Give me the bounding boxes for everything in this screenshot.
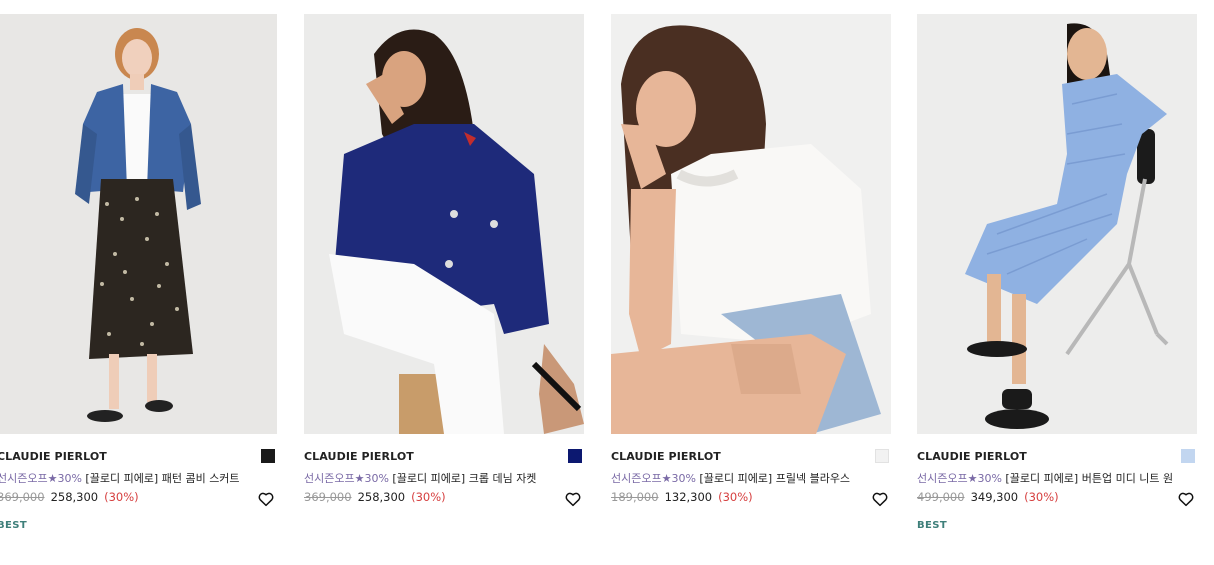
original-price: 189,000 [611,490,659,504]
discount-rate: (30%) [1024,490,1059,504]
heart-icon[interactable] [1177,490,1195,508]
product-card[interactable]: CLAUDIE PIERLOT 선시즌오프★30% [끌로디 피에로] 프릴넥 … [611,14,891,554]
discount-rate: (30%) [104,490,139,504]
product-photo-2 [304,14,584,434]
heart-icon[interactable] [871,490,889,508]
product-brand: CLAUDIE PIERLOT [304,450,414,463]
product-name: [끌로디 피에로] 패턴 콤비 스커트 [85,472,240,485]
color-swatch[interactable] [1181,449,1195,463]
product-image[interactable] [611,14,891,434]
promo-label: 선시즌오프★30% [611,472,696,485]
best-badge: BEST [0,520,28,531]
product-brand: CLAUDIE PIERLOT [917,450,1027,463]
product-card[interactable]: CLAUDIE PIERLOT 선시즌오프★30% [끌로디 피에로] 패턴 콤… [0,14,277,554]
promo-label: 선시즌오프★30% [304,472,389,485]
price-row: 499,000 349,300 (30%) [917,490,1059,504]
color-swatch[interactable] [568,449,582,463]
product-photo-1 [0,14,277,434]
product-photo-4 [917,14,1197,434]
best-badge: BEST [917,520,948,531]
product-image[interactable] [917,14,1197,434]
sale-price: 349,300 [970,490,1019,504]
color-swatch[interactable] [875,449,889,463]
product-title[interactable]: 선시즌오프★30% [끌로디 피에로] 크롭 데님 자켓 [304,470,584,486]
product-title[interactable]: 선시즌오프★30% [끌로디 피에로] 패턴 콤비 스커트 [0,470,277,486]
product-name: [끌로디 피에로] 프릴넥 블라우스 [699,472,851,485]
promo-label: 선시즌오프★30% [0,472,82,485]
sale-price: 258,300 [357,490,406,504]
product-photo-3 [611,14,891,434]
product-image[interactable] [0,14,277,434]
product-image[interactable] [304,14,584,434]
price-row: 369,000 258,300 (30%) [304,490,446,504]
product-card[interactable]: CLAUDIE PIERLOT 선시즌오프★30% [끌로디 피에로] 크롭 데… [304,14,584,554]
promo-label: 선시즌오프★30% [917,472,1002,485]
original-price: 369,000 [0,490,45,504]
product-name: [끌로디 피에로] 크롭 데님 자켓 [392,472,537,485]
original-price: 499,000 [917,490,965,504]
sale-price: 132,300 [664,490,713,504]
color-swatch[interactable] [261,449,275,463]
product-brand: CLAUDIE PIERLOT [0,450,107,463]
discount-rate: (30%) [411,490,446,504]
heart-icon[interactable] [564,490,582,508]
product-title[interactable]: 선시즌오프★30% [끌로디 피에로] 버튼업 미디 니트 원 [917,470,1197,486]
product-brand: CLAUDIE PIERLOT [611,450,721,463]
sale-price: 258,300 [50,490,99,504]
price-row: 369,000 258,300 (30%) [0,490,139,504]
discount-rate: (30%) [718,490,753,504]
product-card[interactable]: CLAUDIE PIERLOT 선시즌오프★30% [끌로디 피에로] 버튼업 … [917,14,1197,554]
original-price: 369,000 [304,490,352,504]
heart-icon[interactable] [257,490,275,508]
product-title[interactable]: 선시즌오프★30% [끌로디 피에로] 프릴넥 블라우스 [611,470,891,486]
price-row: 189,000 132,300 (30%) [611,490,753,504]
product-name: [끌로디 피에로] 버튼업 미디 니트 원 [1005,472,1174,485]
